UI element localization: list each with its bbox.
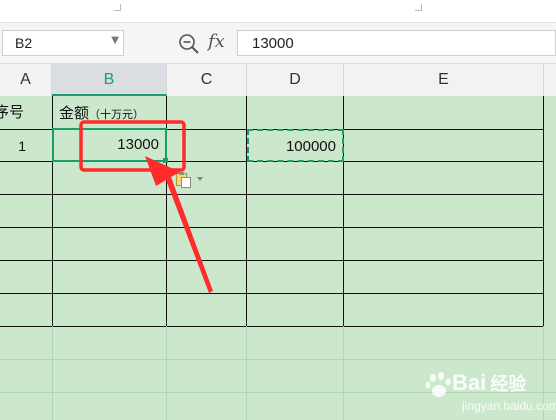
cell-b1-unit: （十万元） xyxy=(89,109,145,121)
watermark-brand: Bai 经验 xyxy=(452,370,527,395)
formula-value: 13000 xyxy=(252,35,294,52)
cell-b1-text: 金额 xyxy=(59,105,90,122)
fill-handle[interactable] xyxy=(163,158,168,163)
watermark-url: jingyan.baidu.com xyxy=(462,399,556,413)
cell-b1[interactable]: 金额（十万元） xyxy=(53,96,167,130)
column-header-e[interactable]: E xyxy=(344,64,544,96)
column-header-row: A B C D E xyxy=(0,64,556,97)
paste-options-icon[interactable] xyxy=(176,172,206,188)
ribbon-group-corner xyxy=(415,4,422,11)
ribbon-strip xyxy=(0,0,556,23)
fx-icon[interactable]: fx xyxy=(208,31,225,52)
column-header-c[interactable]: C xyxy=(167,64,247,96)
watermark: Bai 经验 jingyan.baidu.com xyxy=(424,368,556,420)
cell-b2[interactable]: 13000 xyxy=(52,128,167,162)
chevron-down-icon[interactable]: ▼ xyxy=(111,35,119,46)
formula-row: B2 ▼ fx 13000 xyxy=(0,23,556,64)
column-header-a[interactable]: A xyxy=(0,64,52,96)
formula-input[interactable]: 13000 xyxy=(237,30,556,56)
column-header-b[interactable]: B xyxy=(52,64,167,96)
name-box-value: B2 xyxy=(15,35,33,51)
paw-icon xyxy=(425,372,451,397)
cell-a1-text: 序号 xyxy=(0,104,25,121)
column-header-d[interactable]: D xyxy=(247,64,344,96)
name-box[interactable]: B2 ▼ xyxy=(2,30,124,56)
cell-a1[interactable]: 序号 xyxy=(0,96,52,130)
zoom-icon[interactable] xyxy=(178,33,200,55)
cell-a2[interactable]: 1 xyxy=(0,130,26,162)
ribbon-group-corner xyxy=(114,4,121,11)
cell-d2[interactable]: 100000 xyxy=(247,129,344,162)
